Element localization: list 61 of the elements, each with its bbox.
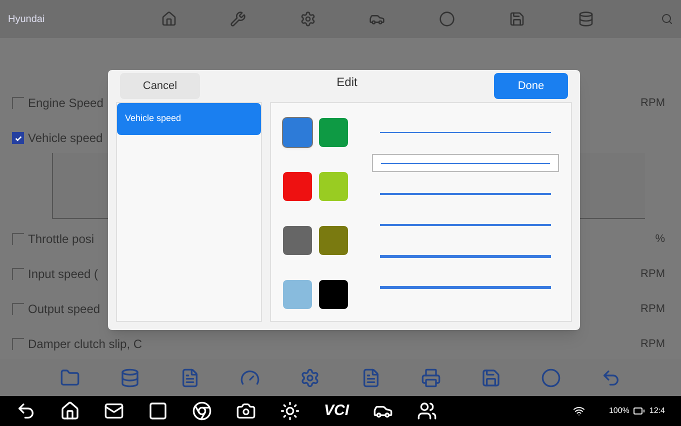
camera-icon[interactable] [236,401,256,421]
parameter-label: Engine Speed [28,95,104,112]
unit-label: % [655,232,665,247]
checkbox[interactable] [12,233,24,245]
tool-icon[interactable] [360,368,381,388]
color-swatch[interactable] [319,280,348,309]
tool-icon[interactable] [480,368,501,388]
vci-label[interactable]: VCI [324,400,350,422]
brightness-icon[interactable] [280,401,300,421]
envelope-icon[interactable] [104,401,124,421]
done-button[interactable]: Done [494,73,568,99]
line-style-option[interactable] [372,154,559,172]
parameter-label: Damper clutch slip, C [28,336,142,353]
color-swatch[interactable] [319,118,348,147]
dialog-title: Edit [336,74,358,91]
toolbar-icon[interactable] [230,11,246,27]
checkbox[interactable] [12,303,24,315]
browser-icon[interactable] [192,401,212,421]
unit-label: RPM [640,336,665,352]
parameter-label: Output speed [28,301,100,318]
tool-icon[interactable] [300,368,320,388]
unit-label: RPM [640,266,665,282]
parameter-label: Input speed ( [28,266,98,283]
color-swatch[interactable] [283,280,312,309]
tool-icon[interactable] [420,368,441,388]
color-swatch[interactable] [283,118,312,147]
unit-label: RPM [640,302,665,317]
color-swatch[interactable] [283,172,312,201]
clock: 12:4 [649,405,665,417]
parameter-label: Vehicle speed [28,130,103,147]
battery-level: 100% [608,405,630,417]
color-swatch[interactable] [319,226,348,255]
checkbox[interactable] [12,132,24,144]
tool-icon[interactable] [240,368,260,388]
color-swatch[interactable] [283,226,312,255]
checkbox[interactable] [12,338,24,350]
square-icon[interactable] [148,401,168,421]
battery-icon [633,405,646,417]
toolbar-icon[interactable] [160,11,177,27]
parameter-label: Throttle posi [28,231,94,248]
toolbar-icon[interactable] [578,11,594,27]
checkbox[interactable] [12,97,24,109]
toolbar-icon[interactable] [439,11,456,27]
checkbox[interactable] [12,268,24,280]
tool-icon[interactable] [180,368,200,388]
app-title: Hyundai [8,12,46,26]
tool-icon[interactable] [120,368,140,388]
toolbar-icon[interactable] [508,11,525,27]
cancel-button[interactable]: Cancel [120,73,200,99]
check-icon [14,134,22,142]
search-icon[interactable] [661,13,673,25]
toolbar-icon[interactable] [300,11,316,27]
tool-icon[interactable] [540,368,561,388]
list-item[interactable]: Vehicle speed [117,103,261,135]
tool-icon[interactable] [600,368,621,388]
home-icon[interactable] [60,401,80,421]
people-icon[interactable] [417,401,438,421]
tool-icon[interactable] [60,368,80,388]
back-icon[interactable] [16,401,36,421]
unit-label: RPM [640,96,665,111]
color-swatch[interactable] [319,172,348,201]
